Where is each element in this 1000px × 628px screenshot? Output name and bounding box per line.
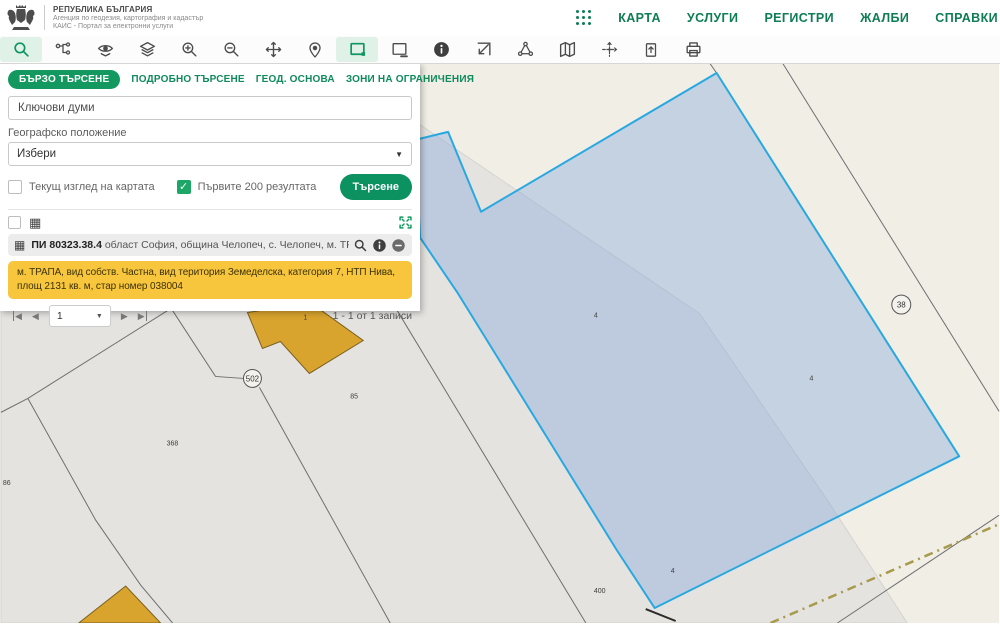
tab-geodetic-basis[interactable]: ГЕОД. ОСНОВА [256, 74, 335, 85]
map-sheets-icon [559, 41, 575, 58]
pagination-last-button[interactable]: ▶ [133, 309, 152, 324]
brand: РЕПУБЛИКА БЪЛГАРИЯ Агенция по геодезия, … [6, 2, 203, 33]
deselect-rectangle-icon [391, 43, 408, 58]
measure-area-tool-button[interactable] [504, 37, 546, 62]
layers-visibility-tool-button[interactable] [84, 37, 126, 62]
page-select[interactable]: 1 ▼ [48, 305, 111, 327]
zoom-in-tool-button[interactable] [168, 37, 210, 62]
coordinates-icon [601, 41, 617, 57]
map-label: 4 [671, 568, 675, 575]
nav-item-uslugi[interactable]: УСЛУГИ [687, 11, 739, 25]
brand-subtitle: КАИС - Портал за електронни услуги [53, 23, 174, 30]
map-label: 4 [594, 313, 598, 320]
layers-tool-button[interactable] [126, 37, 168, 62]
search-tabs: БЪРЗО ТЪРСЕНЕ ПОДРОБНО ТЪРСЕНЕ ГЕОД. ОСН… [8, 69, 474, 89]
apps-grid-icon[interactable] [576, 10, 592, 26]
remove-result-icon[interactable] [391, 238, 406, 253]
geo-position-select[interactable]: Избери ▼ [8, 142, 412, 166]
geo-position-label: Географско положение [8, 127, 127, 139]
keywords-input[interactable] [8, 96, 412, 120]
geo-position-value: Избери [17, 148, 57, 160]
parcel-details-box: м. ТРАПА, вид собств. Частна, вид терито… [8, 261, 412, 299]
pagination-next-button[interactable]: ▶ [116, 309, 133, 324]
select-rectangle-icon [349, 42, 365, 56]
brand-subtitle: Агенция по геодезия, картография и кадас… [53, 15, 204, 22]
full-extent-tool-button[interactable] [462, 37, 504, 62]
zoom-out-tool-button[interactable] [210, 37, 252, 62]
map-label: 368 [167, 440, 179, 447]
zoom-in-icon [181, 42, 197, 57]
records-count: 1 - 1 от 1 записи [332, 310, 412, 322]
brand-text: РЕПУБЛИКА БЪЛГАРИЯ Агенция по геодезия, … [44, 5, 203, 30]
first-200-results-checkbox[interactable]: ✓ [176, 180, 191, 194]
pan-icon [265, 41, 281, 58]
layers-icon [139, 41, 155, 57]
info-icon [433, 42, 449, 57]
result-location: област София, община Челопеч, с. Челопеч… [101, 239, 349, 251]
select-rectangle-tool-button[interactable] [336, 37, 378, 62]
coordinates-tool-button[interactable] [588, 37, 630, 62]
map-label: 400 [594, 588, 606, 595]
grid-icon: ▦ [14, 237, 26, 252]
parcel-point-label: 502 [246, 374, 260, 383]
deselect-rectangle-tool-button[interactable] [378, 37, 420, 62]
brand-title: РЕПУБЛИКА БЪЛГАРИЯ [53, 5, 153, 14]
tab-quick-search[interactable]: БЪРЗО ТЪРСЕНЕ [8, 69, 121, 89]
nav-item-zhalbi[interactable]: ЖАЛБИ [860, 11, 909, 25]
route-tree-icon [55, 41, 71, 55]
tab-detailed-search[interactable]: ПОДРОБНО ТЪРСЕНЕ [131, 74, 244, 85]
result-text: ПИ 80323.38.4 област София, община Челоп… [31, 239, 349, 251]
layers-visibility-icon [97, 44, 113, 57]
locate-pin-tool-button[interactable] [294, 37, 336, 62]
result-row[interactable]: ▦ ПИ 80323.38.4 област София, община Чел… [8, 234, 412, 256]
result-info-icon[interactable] [372, 238, 387, 253]
chevron-down-icon: ▼ [95, 312, 103, 320]
search-icon [13, 42, 29, 57]
zoom-to-results-icon[interactable] [399, 216, 412, 229]
tab-restriction-zones[interactable]: ЗОНИ НА ОГРАНИЧЕНИЯ [346, 74, 474, 85]
result-actions [353, 238, 406, 253]
search-panel: БЪРЗО ТЪРСЕНЕ ПОДРОБНО ТЪРСЕНЕ ГЕОД. ОСН… [0, 63, 474, 327]
results-header-row: ▦ [8, 215, 412, 230]
map-label: 4 [809, 375, 813, 382]
zoom-out-icon [223, 42, 239, 57]
full-extent-icon [477, 42, 491, 56]
nav-item-registri[interactable]: РЕГИСТРИ [764, 11, 834, 25]
select-all-checkbox[interactable] [8, 216, 21, 229]
print-tool-button[interactable] [672, 37, 714, 62]
coat-of-arms-logo [7, 5, 35, 30]
route-tree-tool-button[interactable] [42, 37, 84, 62]
search-tool-button[interactable] [0, 37, 42, 62]
map-sheets-tool-button[interactable] [546, 37, 588, 62]
nav-item-spravki[interactable]: СПРАВКИ [935, 11, 998, 25]
chevron-down-icon: ▼ [395, 149, 403, 159]
zoom-to-result-icon[interactable] [353, 238, 368, 253]
search-options-row: Текущ изглед на картата ✓ Първите 200 ре… [8, 174, 412, 200]
pagination-first-button[interactable]: ◀ [8, 309, 27, 324]
nav-item-karta[interactable]: КАРТА [618, 11, 661, 25]
export-page-icon [645, 42, 657, 57]
parcel-point-label: 38 [897, 301, 906, 310]
locate-pin-icon [309, 41, 321, 58]
first-200-results-label: Първите 200 резултата [197, 181, 317, 193]
current-map-view-checkbox[interactable] [8, 180, 22, 194]
map-label: 85 [350, 393, 358, 400]
map-label: 86 [3, 480, 11, 487]
pagination: ◀ ◀ 1 ▼ ▶ ▶ 1 - 1 от 1 записи [8, 305, 412, 327]
main-nav: КАРТА УСЛУГИ РЕГИСТРИ ЖАЛБИ СПРАВКИ [576, 0, 1000, 36]
map-toolbar [0, 36, 1000, 64]
pan-tool-button[interactable] [252, 37, 294, 62]
current-map-view-label: Текущ изглед на картата [29, 181, 155, 193]
print-icon [685, 42, 701, 57]
app-header: РЕПУБЛИКА БЪЛГАРИЯ Агенция по геодезия, … [0, 0, 1000, 36]
grid-icon: ▦ [29, 215, 42, 230]
divider [8, 209, 412, 210]
page-number: 1 [56, 310, 63, 322]
result-parcel-id: ПИ 80323.38.4 [31, 239, 102, 251]
search-button[interactable]: Търсене [339, 174, 412, 200]
info-tool-button[interactable] [420, 37, 462, 62]
pagination-prev-button[interactable]: ◀ [27, 309, 44, 324]
measure-area-icon [517, 41, 533, 57]
export-page-tool-button[interactable] [630, 37, 672, 62]
